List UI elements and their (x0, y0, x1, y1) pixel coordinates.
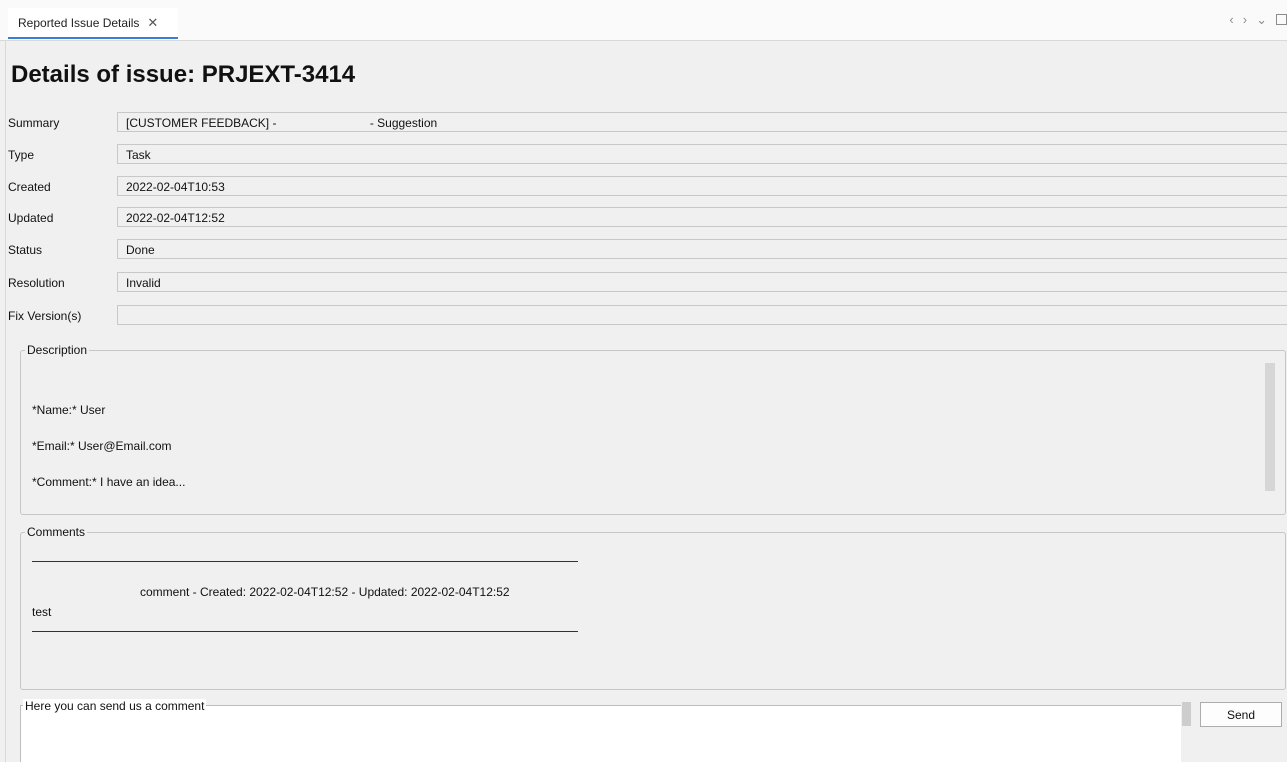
description-scrollbar[interactable] (1265, 363, 1275, 491)
maximize-icon[interactable] (1276, 14, 1287, 25)
field-status: Status Done (6, 239, 1287, 261)
comment-separator (32, 561, 578, 562)
fix-versions-field[interactable] (117, 305, 1287, 325)
description-line: *Email:* User@Email.com (32, 439, 172, 453)
issue-details-panel: Details of issue: PRJEXT-3414 Summary [C… (5, 41, 1287, 762)
chevron-right-icon[interactable]: › (1243, 12, 1247, 28)
field-resolution: Resolution Invalid (6, 272, 1287, 294)
field-label: Updated (8, 211, 54, 225)
updated-field[interactable]: 2022-02-04T12:52 (117, 207, 1287, 227)
tab-label: Reported Issue Details (18, 15, 140, 30)
description-line: *Comment:* I have an idea... (32, 475, 186, 489)
field-label: Fix Version(s) (8, 309, 82, 323)
field-label: Status (8, 243, 43, 257)
tab-reported-issue-details[interactable]: Reported Issue Details ✕ (8, 8, 178, 39)
comment-input[interactable]: Here you can send us a comment (20, 699, 1182, 762)
field-label: Resolution (8, 276, 65, 290)
field-type: Type Task (6, 144, 1287, 166)
chevron-left-icon[interactable]: ‹ (1229, 12, 1233, 28)
comment-input-legend: Here you can send us a comment (23, 699, 207, 713)
field-label: Type (8, 148, 35, 162)
description-line: *Name:* User (32, 403, 106, 417)
comment-meta: comment - Created: 2022-02-04T12:52 - Up… (140, 585, 510, 599)
field-created: Created 2022-02-04T10:53 (6, 176, 1287, 198)
field-fix-versions: Fix Version(s) (6, 305, 1287, 327)
close-icon[interactable]: ✕ (147, 15, 158, 31)
status-field[interactable]: Done (117, 239, 1287, 259)
type-field[interactable]: Task (117, 144, 1287, 164)
created-field[interactable]: 2022-02-04T10:53 (117, 176, 1287, 196)
page-title: Details of issue: PRJEXT-3414 (11, 61, 356, 88)
comment-text: test (32, 605, 52, 619)
description-group: Description *Name:* User *Email:* User@E… (20, 343, 1286, 515)
tab-toolbar: ‹ › ⌄ (1229, 12, 1287, 28)
description-legend: Description (25, 343, 90, 357)
field-summary: Summary [CUSTOMER FEEDBACK] - - Suggesti… (6, 112, 1287, 134)
scrollbar-thumb[interactable] (1182, 702, 1191, 726)
comment-separator (32, 631, 578, 632)
send-button[interactable]: Send (1200, 702, 1282, 727)
field-updated: Updated 2022-02-04T12:52 (6, 207, 1287, 229)
summary-field[interactable]: [CUSTOMER FEEDBACK] - - Suggestion (117, 112, 1287, 132)
comments-group: Comments comment - Created: 2022-02-04T1… (20, 525, 1286, 690)
resolution-field[interactable]: Invalid (117, 272, 1287, 292)
chevron-down-icon[interactable]: ⌄ (1256, 12, 1267, 28)
comments-legend: Comments (25, 525, 88, 539)
field-label: Created (8, 180, 51, 194)
editor-tab-bar: Reported Issue Details ✕ ‹ › ⌄ (0, 0, 1287, 41)
comment-input-scrollbar[interactable] (1181, 702, 1192, 762)
field-label: Summary (8, 116, 60, 130)
